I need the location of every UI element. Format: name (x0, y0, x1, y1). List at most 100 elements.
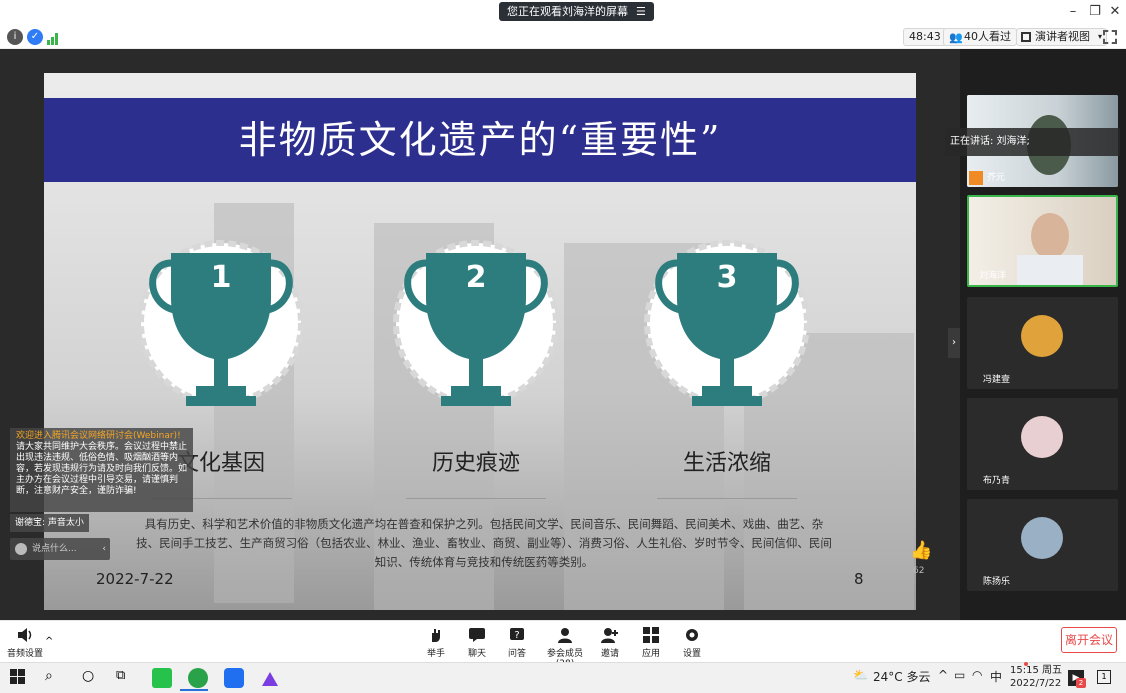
restore-icon[interactable]: ❐ (1085, 3, 1105, 21)
qa-button[interactable]: ? 问答 (497, 627, 537, 659)
participant-tile[interactable]: 陈扬乐 (967, 499, 1118, 591)
qa-label: 问答 (507, 649, 526, 659)
collapse-panel-button[interactable]: › (948, 328, 960, 358)
chat-button[interactable]: 聊天 (457, 627, 497, 659)
leave-meeting-button[interactable]: 离开会议 (1061, 627, 1117, 653)
viewers-count-button[interactable]: 👥 40人看过 (943, 28, 1017, 46)
battery-icon[interactable]: ▭ (954, 668, 965, 682)
notification-dot (1024, 662, 1028, 666)
chat-header: 欢迎进入腾讯会议网络研讨会(Webinar)! (16, 431, 181, 441)
notification-center-icon[interactable]: 1 (1097, 670, 1111, 684)
trophy-number: 2 (465, 260, 487, 295)
apps-icon (643, 627, 659, 643)
slide-page-number: 8 (854, 570, 864, 588)
info-icon[interactable]: i (7, 29, 23, 45)
chat-input-placeholder: 说点什么... (32, 544, 77, 554)
chat-input[interactable]: 说点什么... ‹ (10, 538, 110, 560)
viewers-count: 40人看过 (964, 30, 1011, 43)
question-icon: ? (510, 628, 524, 641)
presentation-slide: 非物质文化遗产的“重要性” 1 文化基因 2 历史痕迹 3 生活浓缩 具有历史、… (44, 73, 916, 610)
clock-time: 15:15 周五 (1010, 665, 1062, 676)
people-icon: 👥 (949, 31, 963, 44)
chevron-up-icon[interactable]: ^ (938, 668, 948, 682)
viewing-screen-indicator[interactable]: 您正在观看刘海洋的屏幕 ☰ (499, 2, 654, 21)
badge: 2 (1076, 678, 1086, 688)
svg-text:?: ? (514, 630, 519, 641)
trophy-label-2: 历史痕迹 (431, 451, 520, 476)
view-mode-label: 演讲者视图 (1035, 30, 1090, 43)
chevron-up-icon[interactable]: ^ (45, 636, 53, 647)
divider (406, 498, 546, 499)
trophy-number: 1 (210, 260, 232, 295)
video-tile-active[interactable]: 刘海洋 (967, 195, 1118, 287)
participant-name: 刘海洋 (979, 271, 1007, 281)
speaker-icon (18, 628, 32, 642)
browser-icon[interactable] (188, 668, 208, 688)
iqiyi-icon[interactable] (152, 668, 172, 688)
menu-icon[interactable]: ☰ (636, 5, 646, 18)
meeting-timer: 48:43 (903, 28, 947, 46)
apps-label: 应用 (641, 649, 660, 659)
settings-label: 设置 (682, 649, 701, 659)
trophy-3: 3 (642, 238, 812, 418)
chat-latest-message: 谢德宝: 声音太小 (10, 514, 89, 532)
task-view-icon[interactable]: ⧉ (116, 668, 136, 688)
slide-title: 非物质文化遗产的“重要性” (238, 118, 722, 162)
avatar (1021, 315, 1063, 357)
viewing-text: 您正在观看刘海洋的屏幕 (507, 5, 628, 18)
fullscreen-icon[interactable] (1103, 30, 1117, 44)
notification-count: 1 (1101, 672, 1107, 681)
trophy-1: 1 (136, 238, 306, 418)
search-icon[interactable]: ⌕ (45, 668, 65, 688)
view-mode-dropdown[interactable]: 演讲者视图 ▾ (1016, 28, 1107, 46)
participant-tile[interactable]: 布乃青 (967, 398, 1118, 490)
apps-button[interactable]: 应用 (631, 627, 671, 659)
ime-indicator[interactable]: 中 (990, 668, 1002, 685)
like-count: 62 (913, 566, 925, 576)
meeting-app-tray-icon[interactable]: ▶ 2 (1068, 670, 1086, 688)
signal-icon[interactable] (46, 30, 60, 45)
audio-settings-label: 音频设置 (6, 649, 43, 659)
gear-icon (686, 629, 698, 641)
divider (657, 498, 797, 499)
audio-settings-button[interactable]: 音频设置 (6, 627, 44, 659)
weather-icon[interactable]: ⛅ (853, 668, 868, 682)
add-user-icon (601, 628, 618, 643)
chevron-left-icon[interactable]: ‹ (102, 538, 106, 560)
weather-text[interactable]: 24°C 多云 (873, 668, 930, 685)
participant-name: 陈扬乐 (983, 577, 1011, 587)
invite-button[interactable]: 邀请 (590, 627, 630, 659)
settings-button[interactable]: 设置 (672, 627, 712, 659)
chat-icon (469, 628, 485, 642)
minimize-icon[interactable]: – (1063, 3, 1083, 21)
participant-name: 布乃青 (983, 476, 1011, 486)
chat-label: 聊天 (467, 649, 486, 659)
app-icon[interactable] (260, 668, 280, 688)
chat-message: 请大家共同维护大会秩序。会议过程中禁止出现违法违规、低俗色情、吸烟酗酒等内容，若… (16, 442, 188, 496)
members-icon (558, 628, 572, 643)
trophy-number: 3 (716, 260, 738, 295)
speaking-text: 正在讲话: 刘海洋; (950, 136, 1030, 147)
person-silhouette (1017, 255, 1083, 285)
raise-hand-button[interactable]: 举手 (416, 627, 456, 659)
avatar (1021, 517, 1063, 559)
wifi-icon[interactable]: ◠ (972, 668, 982, 682)
cortana-icon[interactable]: ○ (82, 668, 102, 688)
person-silhouette (1031, 213, 1069, 259)
chat-announcement: 欢迎进入腾讯会议网络研讨会(Webinar)! 请大家共同维护大会秩序。会议过程… (10, 428, 193, 512)
clock-date: 2022/7/22 (1010, 678, 1062, 689)
trophy-label-3: 生活浓缩 (682, 451, 771, 476)
taskbar-clock[interactable]: 15:15 周五 2022/7/22 (1010, 664, 1062, 690)
slide-date: 2022-7-22 (96, 570, 174, 588)
raise-hand-label: 举手 (426, 649, 445, 659)
tencent-meeting-icon[interactable] (224, 668, 244, 688)
windows-start-icon[interactable] (10, 669, 30, 689)
emoji-icon[interactable] (15, 543, 27, 555)
close-icon[interactable]: ✕ (1105, 3, 1125, 21)
shield-icon[interactable]: ✓ (27, 29, 43, 45)
speaking-indicator: 正在讲话: 刘海洋; (945, 128, 1120, 156)
chevron-down-icon: ▾ (1097, 32, 1102, 41)
participant-tile[interactable]: 冯建壹 (967, 297, 1118, 389)
like-icon[interactable]: 👍 (910, 540, 932, 561)
avatar (1021, 416, 1063, 458)
